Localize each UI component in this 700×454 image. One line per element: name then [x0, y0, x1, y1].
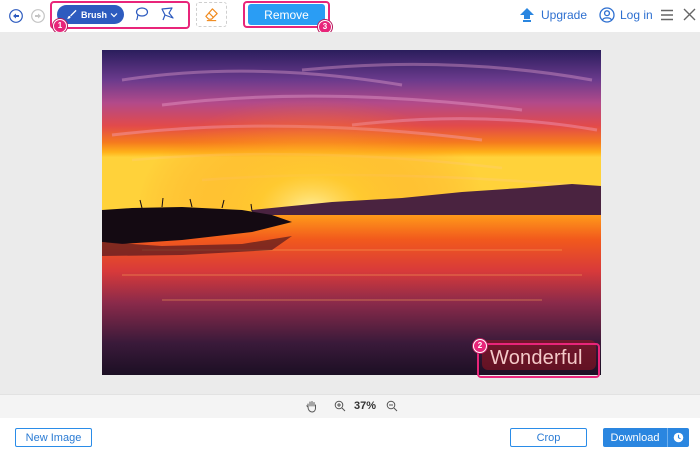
- step-badge-1: 1: [53, 19, 67, 33]
- download-history-button[interactable]: [668, 428, 689, 447]
- redo-icon: [31, 9, 45, 23]
- polygon-lasso-icon: [161, 7, 174, 21]
- redo-button[interactable]: [31, 9, 45, 23]
- bottom-bar: New Image Crop Download: [0, 418, 700, 454]
- menu-icon[interactable]: [660, 8, 674, 22]
- undo-button[interactable]: [9, 9, 23, 23]
- upgrade-arrow-icon: [520, 8, 534, 22]
- polygon-lasso-tool-button[interactable]: [159, 6, 175, 22]
- remove-button[interactable]: Remove: [248, 4, 325, 25]
- eraser-tool-button[interactable]: [196, 2, 227, 27]
- brush-tool-button[interactable]: Brush: [57, 5, 124, 24]
- sunset-lake-image: [102, 50, 601, 375]
- zoom-level: 37%: [354, 400, 377, 412]
- top-toolbar: Brush 1 Remove 3 Upgrade Log in: [0, 0, 700, 34]
- user-icon: [599, 7, 615, 23]
- login-label: Log in: [620, 8, 653, 22]
- step-badge-2: 2: [473, 339, 487, 353]
- undo-icon: [9, 9, 23, 23]
- close-icon[interactable]: [683, 8, 696, 21]
- download-button[interactable]: Download: [603, 428, 689, 447]
- brush-icon: [67, 9, 77, 20]
- zoom-in-icon[interactable]: [334, 400, 346, 412]
- crop-button[interactable]: Crop: [510, 428, 587, 447]
- new-image-button[interactable]: New Image: [15, 428, 92, 447]
- brush-label: Brush: [81, 9, 108, 20]
- clock-icon: [673, 432, 684, 443]
- upgrade-label: Upgrade: [541, 8, 588, 22]
- zoom-out-icon[interactable]: [386, 400, 398, 412]
- login-link[interactable]: Log in: [599, 6, 653, 24]
- lasso-tool-button[interactable]: [133, 6, 149, 22]
- upgrade-link[interactable]: Upgrade: [519, 6, 587, 24]
- hand-pan-icon[interactable]: [305, 400, 318, 413]
- watermark-text: Wonderful: [490, 347, 583, 369]
- image-canvas-area[interactable]: 2 Wonderful: [0, 32, 700, 394]
- download-label: Download: [610, 431, 660, 444]
- chevron-down-icon: [110, 12, 118, 17]
- sunset-lake-photo[interactable]: [102, 50, 601, 375]
- zoom-bar: 37%: [0, 394, 700, 418]
- lasso-icon: [135, 7, 149, 21]
- eraser-icon: [205, 8, 218, 22]
